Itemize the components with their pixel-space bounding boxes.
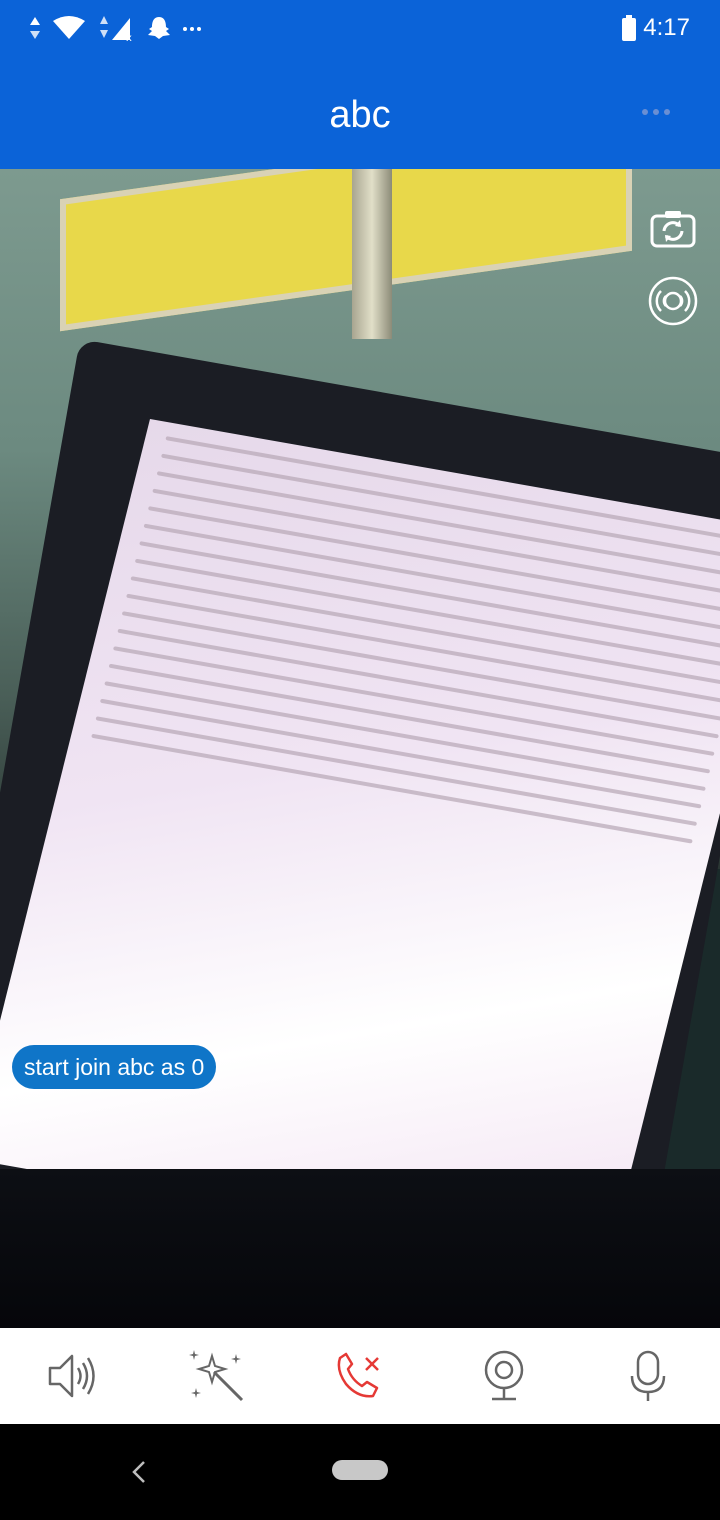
- more-options-button[interactable]: [642, 102, 682, 122]
- microphone-button[interactable]: [612, 1340, 684, 1412]
- video-wall-pole: [352, 169, 392, 339]
- signal-icon: x: [100, 16, 132, 42]
- app-bar: abc: [0, 66, 720, 169]
- svg-text:x: x: [126, 33, 132, 42]
- speaker-icon: [48, 1354, 95, 1398]
- switch-camera-button[interactable]: [649, 206, 697, 254]
- microphone-icon: [630, 1350, 666, 1401]
- status-time: 4:17: [643, 14, 690, 41]
- magic-wand-icon: [189, 1350, 244, 1402]
- effects-button[interactable]: [180, 1340, 252, 1412]
- back-icon[interactable]: [126, 1458, 154, 1486]
- hang-up-button[interactable]: [324, 1340, 396, 1412]
- wifi-icon: [53, 16, 85, 39]
- end-call-icon: [337, 1352, 379, 1398]
- switch-camera-icon: [650, 211, 696, 248]
- more-horizontal-icon: [642, 109, 648, 115]
- video-foreground: [0, 1169, 720, 1328]
- audio-route-icon: [648, 276, 698, 326]
- snapchat-icon: [148, 17, 170, 39]
- call-toolbar: [0, 1328, 720, 1424]
- battery-icon: [622, 15, 637, 41]
- more-notifications-icon: [183, 27, 201, 31]
- status-bar: x 4:17: [0, 0, 720, 66]
- camera-preview: start join abc as 0: [0, 169, 720, 1328]
- camera-toggle-button[interactable]: [468, 1340, 540, 1412]
- status-icons-left: x: [28, 14, 202, 42]
- status-icons-right: 4:17: [621, 14, 690, 42]
- webcam-icon: [484, 1350, 524, 1401]
- data-arrows-icon: [30, 17, 40, 39]
- join-status-badge: start join abc as 0: [12, 1045, 217, 1089]
- page-title: abc: [329, 94, 391, 136]
- audio-route-button[interactable]: [647, 275, 698, 326]
- speaker-button[interactable]: [36, 1340, 108, 1412]
- home-pill-button[interactable]: [332, 1460, 388, 1480]
